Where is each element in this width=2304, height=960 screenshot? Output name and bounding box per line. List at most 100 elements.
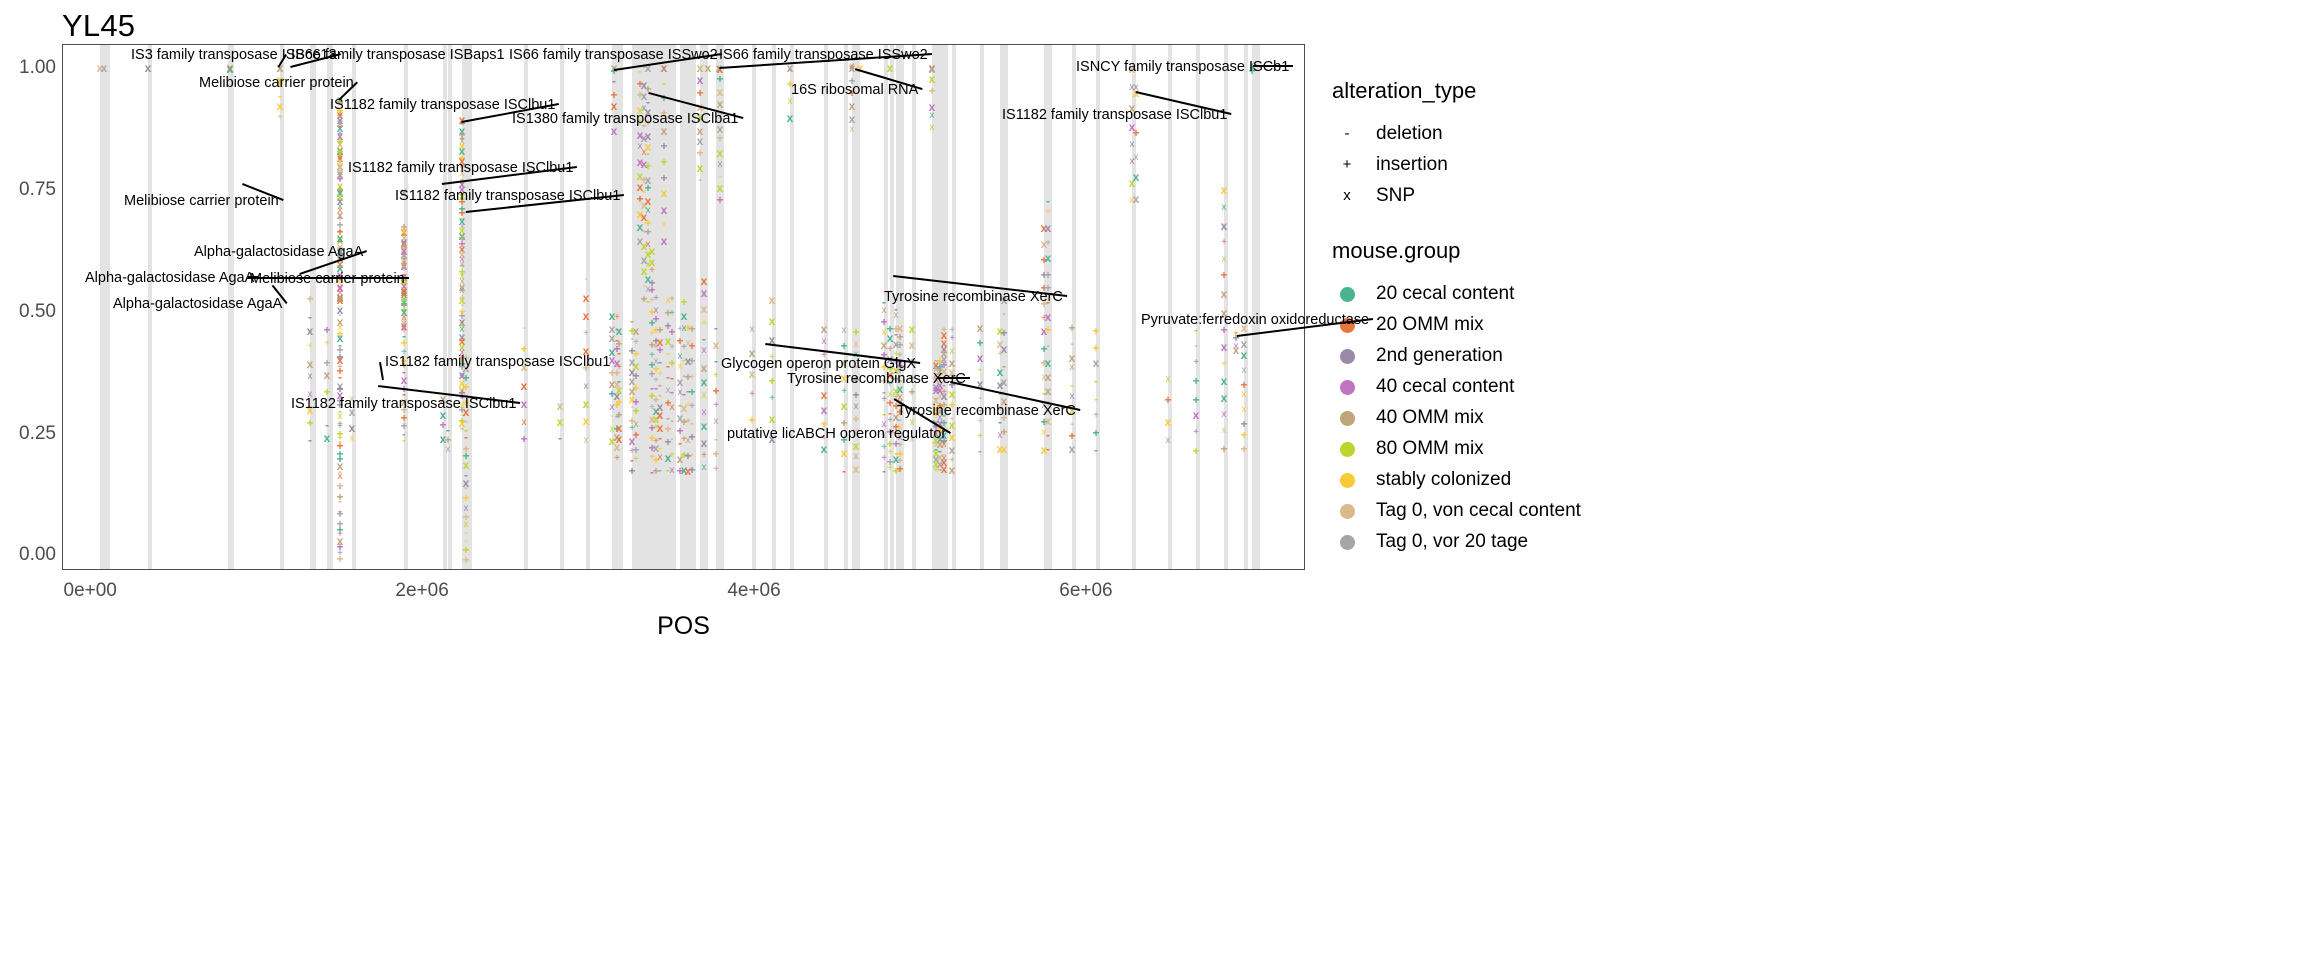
data-point: -	[670, 433, 674, 445]
data-point: +	[748, 412, 756, 427]
gene-annotation-label: Melibiose carrier protein	[124, 193, 279, 209]
data-point: +	[1240, 442, 1248, 457]
gene-annotation-label: Pyruvate:ferredoxin oxidoreductase	[1141, 312, 1370, 328]
legend-item-label: deletion	[1376, 122, 1443, 144]
gene-position-line	[448, 45, 452, 569]
legend-item[interactable]: 40 cecal content	[1332, 371, 1581, 402]
legend-item[interactable]: 40 OMM mix	[1332, 402, 1581, 433]
legend-color-swatch	[1332, 285, 1362, 302]
data-point: -	[1094, 374, 1098, 389]
legend-item[interactable]: 2nd generation	[1332, 340, 1581, 371]
legend-item[interactable]: stably colonized	[1332, 464, 1581, 495]
data-point: x	[1044, 369, 1052, 384]
data-point: x	[841, 325, 847, 337]
data-point: x	[1129, 138, 1135, 150]
data-point: x	[583, 434, 589, 446]
gene-position-line	[1244, 45, 1248, 569]
data-point: x	[1044, 355, 1052, 370]
legend-color-swatch	[1332, 378, 1362, 395]
data-point: +	[649, 264, 655, 276]
data-point: x	[700, 361, 708, 376]
data-point: +	[660, 138, 668, 153]
data-point: x	[1068, 442, 1076, 457]
data-point: x	[700, 286, 708, 301]
gene-position-line	[1072, 45, 1076, 569]
data-point: +	[1192, 373, 1200, 388]
data-point: +	[977, 431, 983, 443]
data-point: x	[1165, 373, 1171, 385]
data-point: +	[908, 384, 916, 399]
legend-item[interactable]: 20 cecal content	[1332, 278, 1581, 309]
data-point: +	[852, 387, 860, 402]
y-tick-label: 1.00	[19, 57, 56, 79]
data-point: x	[307, 370, 313, 382]
gene-position-line	[944, 45, 948, 569]
data-point: x	[700, 419, 708, 434]
data-point: x	[886, 61, 894, 75]
legend-item-label: 80 OMM mix	[1376, 437, 1484, 459]
data-point: x	[929, 109, 935, 121]
data-point: x	[1220, 374, 1228, 389]
legend-item[interactable]: x SNP	[1332, 180, 1476, 211]
data-point: x	[1221, 409, 1227, 421]
data-point: x	[615, 432, 623, 447]
data-point: -	[670, 384, 674, 399]
data-point: x	[696, 73, 704, 88]
legend-mouse-group: mouse.group 20 cecal content 20 OMM mix 2n…	[1332, 238, 1581, 557]
data-point: x	[1221, 254, 1227, 266]
gene-annotation-label: IS1380 family transposase ISClba1	[512, 111, 739, 127]
legend-item-label: 20 OMM mix	[1376, 313, 1484, 335]
data-point: +	[669, 307, 675, 319]
x-tick-label: 4e+06	[727, 580, 781, 601]
gene-annotation-label: IS1182 family transposase ISClbu1	[385, 354, 611, 370]
legend-item[interactable]: - deletion	[1332, 118, 1476, 149]
data-point: x	[680, 308, 688, 323]
data-point: +	[696, 85, 704, 100]
data-point: -	[1070, 338, 1074, 350]
legend-item-label: SNP	[1376, 184, 1416, 206]
data-point: +	[306, 416, 314, 431]
data-point: -	[1046, 427, 1050, 442]
data-point: +	[660, 170, 668, 185]
data-point: +	[696, 146, 704, 161]
data-point: +	[840, 339, 848, 354]
data-point: +	[689, 371, 695, 383]
annotation-leader-line	[1253, 65, 1294, 67]
data-point: +	[632, 380, 640, 395]
data-point: -	[1046, 341, 1050, 353]
legend-item[interactable]: 20 OMM mix	[1332, 309, 1581, 340]
data-point: x	[716, 146, 724, 161]
legend-item[interactable]: Tag 0, vor 20 tage	[1332, 526, 1581, 557]
legend-item[interactable]: Tag 0, von cecal content	[1332, 495, 1581, 526]
data-point: x	[226, 62, 234, 77]
data-point: x	[661, 219, 667, 231]
data-point: x	[1132, 170, 1140, 185]
data-point: x	[700, 301, 708, 316]
data-point: x	[848, 99, 856, 114]
data-point: +	[628, 463, 636, 478]
legend-item-label: 40 cecal content	[1376, 375, 1515, 397]
data-point: -	[610, 410, 614, 422]
data-point: +	[688, 463, 696, 478]
data-point: x	[1164, 414, 1172, 429]
legend-item[interactable]: + insertion	[1332, 149, 1476, 180]
chart-root: YL45 0.00 0.25 0.50 0.75 1.00 xxxxxxxxxxxxxx…	[0, 0, 2304, 960]
legend-item[interactable]: 80 OMM mix	[1332, 433, 1581, 464]
data-point: +	[769, 393, 775, 405]
data-point: x	[582, 397, 590, 412]
data-point: x	[661, 63, 667, 75]
data-point: -	[1094, 442, 1098, 457]
data-point: x	[1000, 441, 1008, 456]
gene-annotation-label: IS1182 family transposase ISClbu1	[348, 160, 574, 176]
legend-item-label: 2nd generation	[1376, 344, 1503, 366]
data-point: x	[276, 99, 284, 114]
gene-position-line	[900, 45, 904, 569]
data-point: x	[768, 412, 776, 427]
y-tick-label: 0.75	[19, 179, 56, 201]
data-point: +	[1240, 427, 1248, 442]
data-point: x	[701, 389, 707, 401]
data-point: x	[323, 368, 331, 383]
data-point: +	[680, 294, 688, 309]
data-point: x	[820, 321, 828, 336]
data-point: x	[1232, 343, 1240, 358]
